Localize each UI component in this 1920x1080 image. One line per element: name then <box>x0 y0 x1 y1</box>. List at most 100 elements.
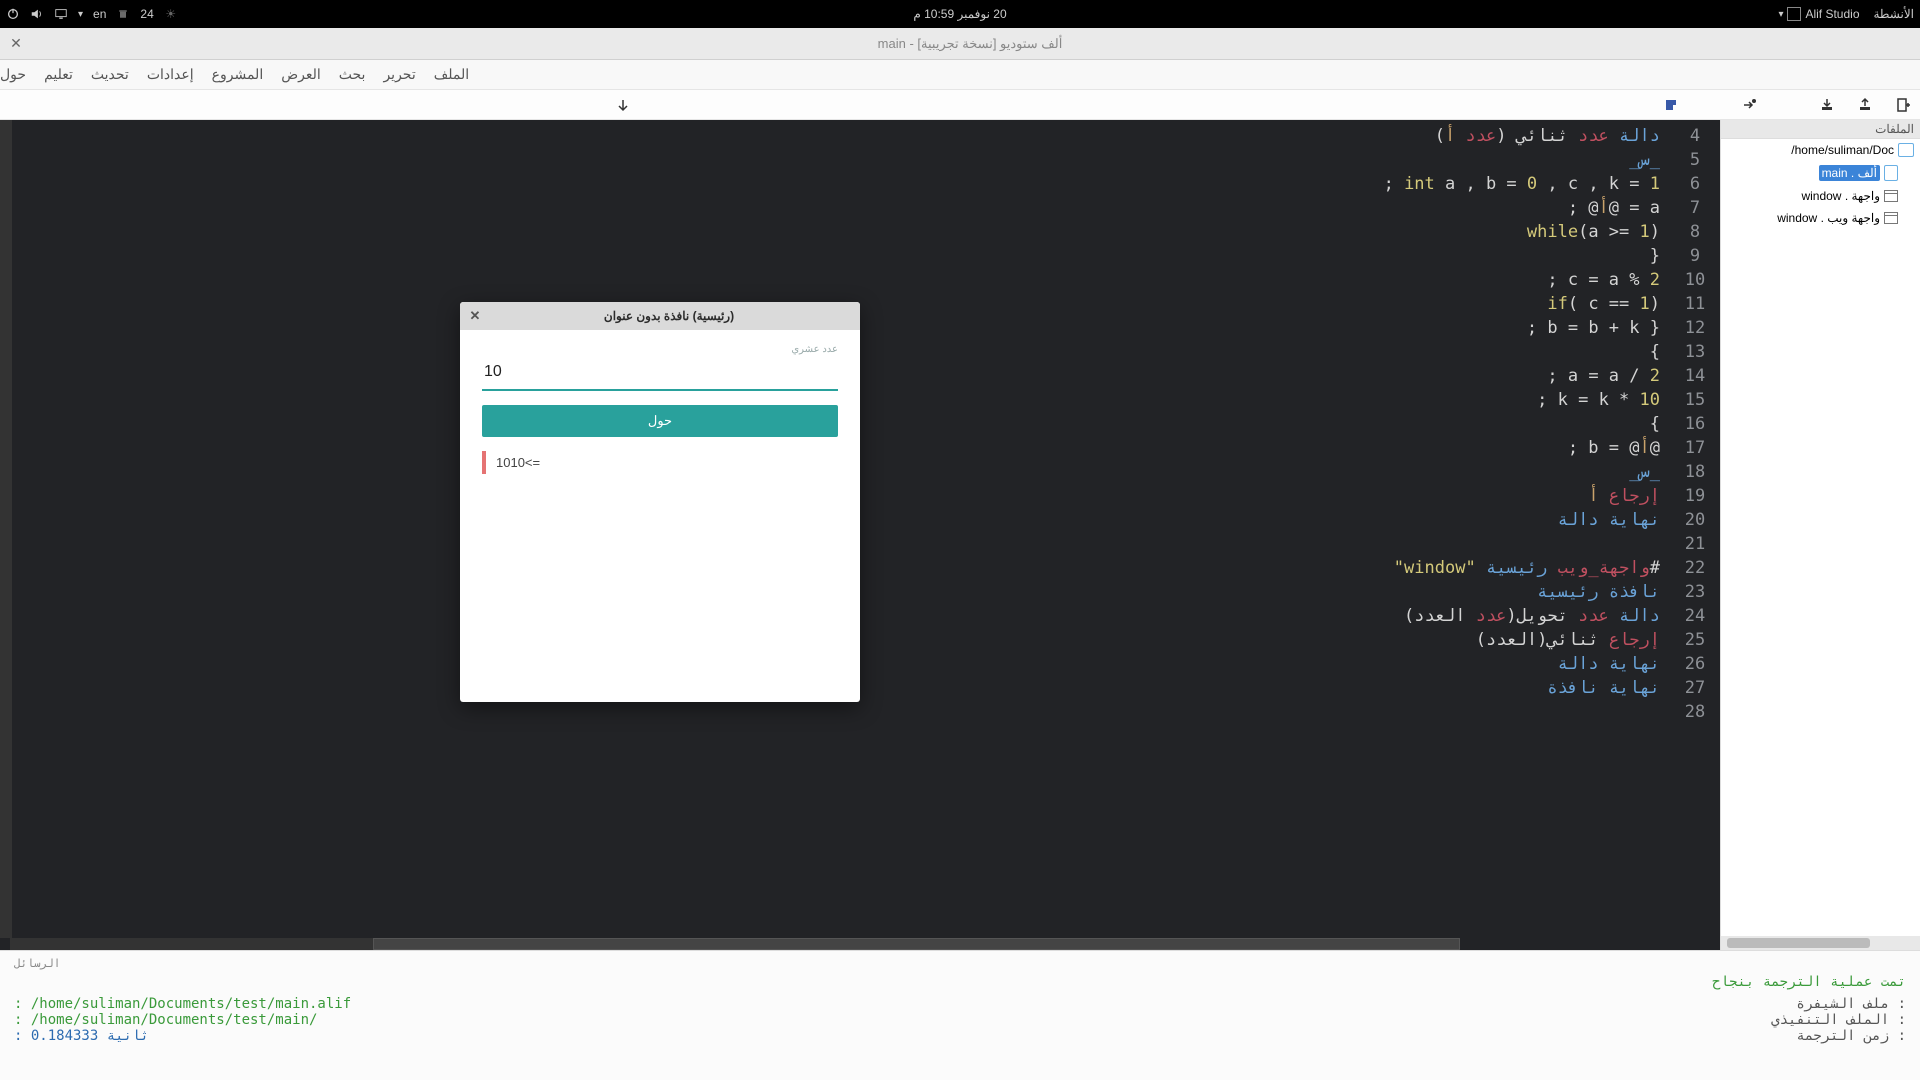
app-window: ✕ (رئيسية) نافذة بدون عنوان عدد عشري حول… <box>460 302 860 702</box>
line-number: 28 <box>1670 700 1720 724</box>
line-number: 8 <box>1670 220 1720 244</box>
clock[interactable]: 20 نوفمبر 10:59 م <box>913 7 1006 21</box>
line-number: 27 <box>1670 676 1720 700</box>
menu-edit[interactable]: تحرير <box>383 66 415 83</box>
window-title: ألف ستوديو [نسخة تجريبية] - main <box>878 36 1063 52</box>
file-item[interactable]: واجهة . window <box>1721 185 1920 207</box>
line-number: 5 <box>1670 148 1720 172</box>
code-line[interactable]: { <box>0 244 1660 268</box>
code-line[interactable]: int a , b = 0 , c , k = 1 ; <box>0 172 1660 196</box>
decimal-input[interactable] <box>482 357 838 391</box>
code-line[interactable]: a = @أ@ ; <box>0 196 1660 220</box>
line-number: 19 <box>1670 484 1720 508</box>
message-value: : 0.184333 ثانية <box>14 1028 1746 1044</box>
line-gutter: 4567891011121314151617181920212223242526… <box>1670 120 1720 950</box>
line-number: 4 <box>1670 124 1720 148</box>
message-value: : /home/suliman/Documents/test/main/ <box>14 1012 1746 1028</box>
menu-view[interactable]: العرض <box>281 66 321 83</box>
editor-vscroll[interactable] <box>0 120 12 938</box>
convert-button[interactable]: حول <box>482 405 838 437</box>
line-number: 16 <box>1670 412 1720 436</box>
message-label: : الملف التنفيذي <box>1746 1012 1906 1028</box>
code-line[interactable]: while(a >= 1) <box>0 220 1660 244</box>
menu-settings[interactable]: إعدادات <box>147 66 194 83</box>
menu-search[interactable]: بحث <box>339 66 366 83</box>
collapse-icon[interactable] <box>614 96 632 114</box>
menu-file[interactable]: الملف <box>434 66 469 83</box>
line-number: 10 <box>1670 268 1720 292</box>
window-close-button[interactable]: ✕ <box>6 34 26 54</box>
app-menu[interactable]: Alif Studio ▾ <box>1778 7 1859 21</box>
line-number: 11 <box>1670 292 1720 316</box>
save-icon[interactable] <box>1818 96 1836 114</box>
line-number: 15 <box>1670 388 1720 412</box>
menu-learn[interactable]: تعليم <box>44 66 73 83</box>
trash-icon[interactable] <box>116 7 130 21</box>
messages-header: الرسائل <box>14 957 1906 970</box>
line-number: 12 <box>1670 316 1720 340</box>
message-row: : زمن الترجمة: 0.184333 ثانية <box>14 1028 1906 1044</box>
message-row: : الملف التنفيذي: /home/suliman/Document… <box>14 1012 1906 1028</box>
display-icon[interactable] <box>54 7 68 21</box>
volume-icon[interactable] <box>30 7 44 21</box>
file-item-label: واجهة ويب . window <box>1777 211 1880 225</box>
open-icon[interactable] <box>1856 96 1874 114</box>
toolbar <box>0 90 1920 120</box>
workspace: دالة عدد ثنائي (عدد أ)_س_int a , b = 0 ,… <box>0 120 1920 950</box>
file-root[interactable]: /home/suliman/Doc <box>1721 139 1920 161</box>
line-number: 6 <box>1670 172 1720 196</box>
file-item[interactable]: ألف . main <box>1721 161 1920 185</box>
file-item[interactable]: واجهة ويب . window <box>1721 207 1920 229</box>
line-number: 20 <box>1670 508 1720 532</box>
weather-icon[interactable]: ☀ <box>164 7 178 21</box>
message-value: : /home/suliman/Documents/test/main.alif <box>14 996 1746 1012</box>
code-editor[interactable]: دالة عدد ثنائي (عدد أ)_س_int a , b = 0 ,… <box>0 120 1720 950</box>
activities-button[interactable]: الأنشطة <box>1874 7 1915 21</box>
new-file-icon[interactable] <box>1894 96 1912 114</box>
window-icon <box>1884 212 1898 224</box>
message-label: : زمن الترجمة <box>1746 1028 1906 1044</box>
power-icon[interactable] <box>6 7 20 21</box>
code-line[interactable]: _س_ <box>0 148 1660 172</box>
file-panel: الملفات /home/suliman/Doc ألف . main واجه… <box>1720 120 1920 950</box>
file-item-label: واجهة . window <box>1801 189 1880 203</box>
menu-update[interactable]: تحديث <box>91 66 129 83</box>
code-line[interactable]: c = a % 2 ; <box>0 268 1660 292</box>
app-window-close-button[interactable]: ✕ <box>466 307 484 325</box>
code-line[interactable] <box>0 700 1660 724</box>
line-number: 23 <box>1670 580 1720 604</box>
file-icon <box>1884 165 1898 181</box>
app-window-title: (رئيسية) نافذة بدون عنوان <box>604 309 734 323</box>
dropdown-icon[interactable]: ▾ <box>78 9 83 20</box>
app-icon <box>1787 7 1801 21</box>
line-number: 7 <box>1670 196 1720 220</box>
line-number: 25 <box>1670 628 1720 652</box>
keyboard-lang[interactable]: en <box>93 7 106 21</box>
line-number: 24 <box>1670 604 1720 628</box>
desktop-topbar: ▾ en 24 ☀ 20 نوفمبر 10:59 م الأنشطة Alif… <box>0 0 1920 28</box>
line-number: 9 <box>1670 244 1720 268</box>
line-number: 26 <box>1670 652 1720 676</box>
menu-project[interactable]: المشروع <box>212 66 264 83</box>
file-panel-header: الملفات <box>1721 120 1920 139</box>
menu-bar: الملف تحرير بحث العرض المشروع إعدادات تح… <box>0 60 1920 90</box>
message-row: : ملف الشيفرة: /home/suliman/Documents/t… <box>14 996 1906 1012</box>
line-number: 18 <box>1670 460 1720 484</box>
build-icon[interactable] <box>1662 96 1680 114</box>
window-titlebar: ✕ ألف ستوديو [نسخة تجريبية] - main <box>0 28 1920 60</box>
goto-icon[interactable] <box>1740 96 1758 114</box>
line-number: 13 <box>1670 340 1720 364</box>
line-number: 14 <box>1670 364 1720 388</box>
result-output: 1010<= <box>482 451 838 474</box>
code-line[interactable]: دالة عدد ثنائي (عدد أ) <box>0 124 1660 148</box>
date-number: 24 <box>140 7 153 21</box>
menu-about[interactable]: حول <box>0 66 26 83</box>
line-number: 22 <box>1670 556 1720 580</box>
app-window-titlebar[interactable]: ✕ (رئيسية) نافذة بدون عنوان <box>460 302 860 330</box>
message-label: : ملف الشيفرة <box>1746 996 1906 1012</box>
messages-success: تمت عملية الترجمة بنجاح <box>14 974 1906 990</box>
window-icon <box>1884 190 1898 202</box>
editor-hscroll[interactable] <box>10 938 1460 950</box>
line-number: 17 <box>1670 436 1720 460</box>
file-panel-scroll[interactable] <box>1721 936 1920 950</box>
